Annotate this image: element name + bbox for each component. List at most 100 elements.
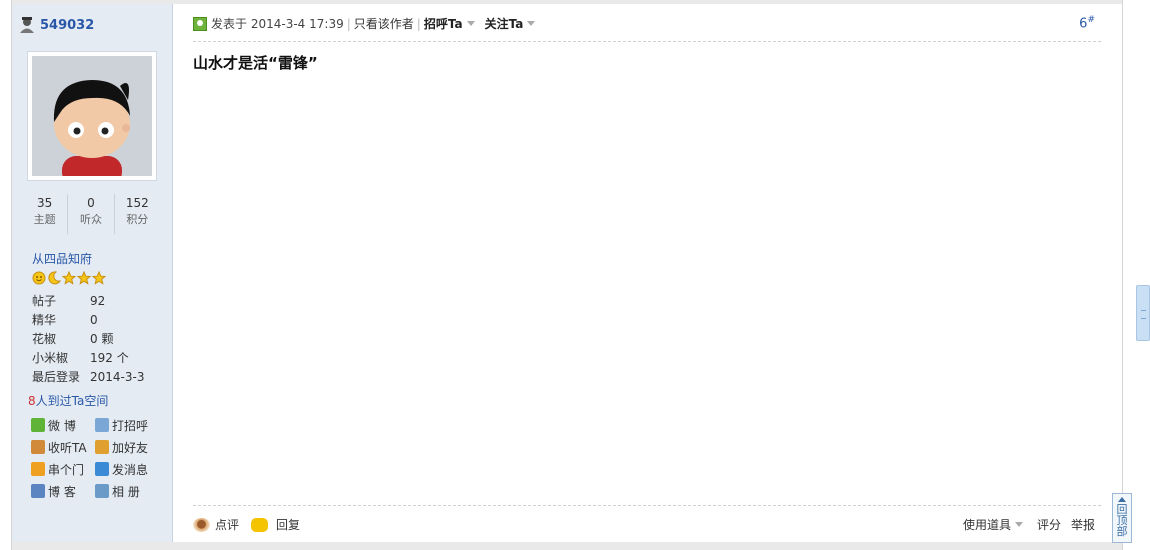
author-stats: 35 主题 0 听众 152 积分 (22, 194, 160, 234)
separator: | (416, 16, 421, 31)
avatar[interactable] (27, 51, 157, 181)
info-value: 192 个 (90, 351, 129, 365)
greet-icon (95, 418, 109, 432)
info-row-chili: 小米椒 192 个 (32, 349, 144, 368)
comment-label: 点评 (215, 518, 240, 532)
info-key: 最后登录 (32, 370, 81, 384)
visits-text: 人到过Ta空间 (35, 394, 109, 408)
info-key: 帖子 (32, 294, 57, 308)
floor-number-link[interactable]: 6# (1079, 15, 1095, 31)
send-message-button[interactable]: 发消息 (95, 461, 159, 477)
stat-value: 35 (37, 196, 53, 210)
space-visits-link[interactable]: 8人到过Ta空间 (28, 392, 108, 409)
author-sidebar: 549032 35 主题 0 听众 152 积分 从四品知府 帖子 92 精华 … (12, 4, 173, 542)
author-header: 549032 (18, 14, 94, 36)
info-value: 0 (90, 313, 98, 327)
author-info-list: 帖子 92 精华 0 花椒 0 颗 小米椒 192 个 最后登录 2014-3-3 (32, 292, 144, 387)
action-label: 打招呼 (112, 418, 149, 433)
stat-label: 积分 (126, 213, 149, 226)
action-label: 收听TA (48, 440, 87, 455)
info-value: 92 (90, 294, 106, 308)
rank-title-link[interactable]: 从四品知府 (32, 250, 92, 267)
only-author-link[interactable]: 只看该作者 (354, 15, 414, 32)
frame-right-border (1122, 0, 1123, 550)
info-row-last-login: 最后登录 2014-3-3 (32, 368, 144, 387)
greet-dropdown[interactable]: 招呼Ta (424, 15, 463, 32)
info-row-pepper: 花椒 0 颗 (32, 330, 144, 349)
visit-home-button[interactable]: 串个门 (31, 461, 95, 477)
message-icon (95, 462, 109, 476)
album-button[interactable]: 相 册 (95, 483, 159, 499)
posted-label: 发表于 (211, 17, 248, 31)
stat-listeners[interactable]: 0 听众 (68, 194, 115, 234)
post-datetime: 2014-3-4 17:39 (250, 16, 344, 31)
post-footer-right: 使用道具 评分 举报 (963, 516, 1095, 533)
blog-icon (31, 484, 45, 498)
greet-button[interactable]: 打招呼 (95, 417, 159, 433)
speech-bubble-icon (251, 517, 269, 532)
action-label: 加好友 (112, 440, 149, 455)
reply-button[interactable]: 回复 (251, 516, 300, 533)
info-key: 精华 (32, 313, 57, 327)
coffee-cup-icon (193, 517, 210, 532)
add-friend-icon (95, 440, 109, 454)
add-friend-button[interactable]: 加好友 (95, 439, 159, 455)
visits-count: 8 (28, 394, 36, 408)
chevron-down-icon (466, 21, 475, 26)
stat-value: 152 (125, 196, 149, 210)
author-name-link[interactable]: 549032 (40, 18, 94, 33)
star-icon (62, 271, 76, 285)
report-link[interactable]: 举报 (1071, 516, 1095, 533)
stat-points[interactable]: 152 积分 (115, 194, 160, 234)
rank-medals (32, 271, 106, 285)
info-row-posts: 帖子 92 (32, 292, 144, 311)
top-divider (12, 0, 1122, 4)
post-footer-left: 点评 回复 (193, 516, 312, 533)
sun-icon (32, 271, 46, 285)
rate-link[interactable]: 评分 (1037, 516, 1061, 533)
bottom-divider (12, 542, 1122, 550)
star-icon (77, 271, 91, 285)
info-key: 小米椒 (32, 351, 69, 365)
info-key: 花椒 (32, 332, 57, 346)
follow-dropdown[interactable]: 关注Ta (485, 15, 524, 32)
star-icon (92, 271, 106, 285)
post-content: 山水才是活“雷锋” (193, 54, 318, 72)
separator: | (346, 16, 351, 31)
action-label: 微 博 (48, 418, 76, 433)
back-to-top-button[interactable]: 回顶部 (1112, 493, 1132, 543)
floor-mark: # (1087, 15, 1095, 25)
page-scrollbar-thumb[interactable] (1136, 285, 1150, 341)
user-online-icon (18, 16, 36, 34)
info-row-digest: 精华 0 (32, 311, 144, 330)
album-icon (95, 484, 109, 498)
chevron-down-icon (527, 21, 536, 26)
blog-button[interactable]: 博 客 (31, 483, 95, 499)
avatar-image (32, 56, 152, 176)
post-header: 发表于 2014-3-4 17:39 | 只看该作者 | 招呼Ta 关注Ta 6… (193, 13, 1101, 42)
post-footer: 点评 回复 使用道具 评分 举报 (193, 505, 1101, 538)
post-meta: 发表于 2014-3-4 17:39 | 只看该作者 | 招呼Ta 关注Ta (193, 15, 545, 32)
home-icon (31, 462, 45, 476)
use-tools-dropdown[interactable]: 使用道具 (963, 516, 1011, 533)
action-label: 相 册 (112, 484, 140, 499)
online-status-icon (193, 16, 207, 31)
info-value: 0 颗 (90, 332, 114, 346)
weibo-icon (31, 418, 45, 432)
stat-label: 主题 (33, 213, 56, 226)
follow-icon (31, 440, 45, 454)
action-label: 发消息 (112, 462, 149, 477)
chevron-down-icon (1014, 522, 1023, 527)
action-label: 博 客 (48, 484, 76, 499)
weibo-button[interactable]: 微 博 (31, 417, 95, 433)
follow-button[interactable]: 收听TA (31, 439, 95, 455)
moon-icon (48, 271, 61, 285)
author-actions: 微 博 打招呼 收听TA 加好友 串个门 发消息 博 客 相 册 (31, 417, 161, 499)
info-value: 2014-3-3 (90, 370, 145, 384)
action-label: 串个门 (48, 462, 85, 477)
stat-topics[interactable]: 35 主题 (22, 194, 69, 234)
reply-label: 回复 (276, 518, 301, 532)
stat-value: 0 (87, 196, 95, 210)
stat-label: 听众 (79, 213, 102, 226)
comment-button[interactable]: 点评 (193, 516, 239, 533)
